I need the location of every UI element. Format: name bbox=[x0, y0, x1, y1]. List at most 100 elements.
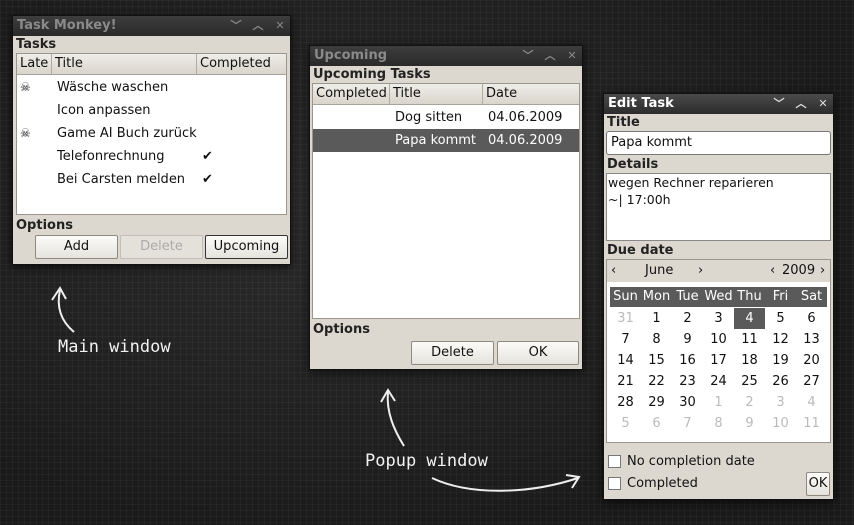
maximize-icon[interactable]: ︿ bbox=[544, 46, 556, 66]
table-row[interactable]: Telefonrechnung ✔ bbox=[17, 145, 286, 168]
details-textarea[interactable]: wegen Rechner reparieren ~| 17:00h bbox=[606, 173, 831, 241]
next-month-icon[interactable]: › bbox=[698, 260, 703, 282]
day-cell[interactable]: 1 bbox=[703, 392, 734, 413]
day-cell[interactable]: 5 bbox=[765, 308, 796, 329]
window-title: Edit Task bbox=[608, 96, 674, 111]
day-cell[interactable]: 11 bbox=[734, 329, 765, 350]
task-date: 04.06.2009 bbox=[488, 110, 563, 125]
day-cell[interactable]: 19 bbox=[765, 350, 796, 371]
day-cell[interactable]: 16 bbox=[672, 350, 703, 371]
prev-month-icon[interactable]: ‹ bbox=[611, 260, 616, 282]
day-cell[interactable]: 12 bbox=[765, 329, 796, 350]
table-row[interactable]: ☠ Wäsche waschen bbox=[17, 76, 286, 99]
day-cell[interactable]: 31 bbox=[610, 308, 641, 329]
column-header-completed[interactable]: Completed bbox=[313, 84, 390, 104]
add-button[interactable]: Add bbox=[35, 235, 118, 259]
completed-row[interactable]: Completed bbox=[608, 475, 698, 493]
maximize-icon[interactable]: ︿ bbox=[252, 16, 264, 36]
year-label: 2009 bbox=[782, 263, 816, 278]
day-cell[interactable]: 8 bbox=[703, 413, 734, 434]
day-cell[interactable]: 20 bbox=[796, 350, 827, 371]
day-cell[interactable]: 6 bbox=[796, 308, 827, 329]
minimize-icon[interactable]: ﹀ bbox=[522, 46, 534, 66]
day-cell[interactable]: 11 bbox=[796, 413, 827, 434]
day-cell[interactable]: 28 bbox=[610, 392, 641, 413]
weekday-label: Thu bbox=[737, 289, 762, 304]
table-row[interactable]: ☠ Game AI Buch zurück bbox=[17, 122, 286, 145]
edit-task-window: Edit Task ﹀ ︿ ✕ Title Papa kommt Details… bbox=[603, 93, 834, 500]
close-icon[interactable]: ✕ bbox=[817, 94, 829, 114]
column-header-title[interactable]: Title bbox=[52, 54, 197, 74]
task-title: Bei Carsten melden bbox=[57, 172, 186, 187]
day-cell[interactable]: 27 bbox=[796, 371, 827, 392]
table-row[interactable]: Icon anpassen bbox=[17, 99, 286, 122]
column-header-date[interactable]: Date bbox=[483, 84, 579, 104]
day-cell[interactable]: 17 bbox=[703, 350, 734, 371]
day-cell[interactable]: 8 bbox=[641, 329, 672, 350]
upcoming-tasks-label: Upcoming Tasks bbox=[313, 67, 431, 82]
next-year-icon[interactable]: › bbox=[820, 260, 825, 282]
day-cell[interactable]: 6 bbox=[641, 413, 672, 434]
no-completion-checkbox[interactable] bbox=[608, 455, 621, 468]
task-title: Game AI Buch zurück bbox=[57, 126, 197, 141]
day-cell[interactable]: 3 bbox=[703, 308, 734, 329]
day-cell[interactable]: 14 bbox=[610, 350, 641, 371]
prev-year-icon[interactable]: ‹ bbox=[770, 260, 775, 282]
table-row-selected[interactable]: Papa kommt 04.06.2009 bbox=[313, 129, 579, 152]
popup-arrow-up-icon bbox=[386, 391, 405, 447]
day-cell[interactable]: 7 bbox=[672, 413, 703, 434]
day-cell[interactable]: 9 bbox=[734, 413, 765, 434]
day-cell[interactable]: 3 bbox=[765, 392, 796, 413]
day-cell[interactable]: 15 bbox=[641, 350, 672, 371]
table-row[interactable]: Dog sitten 04.06.2009 bbox=[313, 106, 579, 129]
day-cell[interactable]: 25 bbox=[734, 371, 765, 392]
day-cell[interactable]: 4 bbox=[796, 392, 827, 413]
upcoming-window-titlebar[interactable]: Upcoming ﹀ ︿ ✕ bbox=[310, 46, 582, 66]
completed-cell bbox=[313, 106, 392, 129]
day-cell[interactable]: 10 bbox=[703, 329, 734, 350]
day-cell[interactable]: 5 bbox=[610, 413, 641, 434]
day-cell[interactable]: 26 bbox=[765, 371, 796, 392]
column-header-completed[interactable]: Completed bbox=[197, 54, 286, 74]
popup-arrow-right-icon bbox=[431, 477, 579, 492]
day-cell[interactable]: 10 bbox=[765, 413, 796, 434]
maximize-icon[interactable]: ︿ bbox=[795, 94, 807, 114]
completed-cell bbox=[199, 99, 202, 122]
day-cell[interactable]: 2 bbox=[672, 308, 703, 329]
delete-button[interactable]: Delete bbox=[120, 235, 203, 259]
day-cell[interactable]: 22 bbox=[641, 371, 672, 392]
day-cell[interactable]: 1 bbox=[641, 308, 672, 329]
completed-checkbox[interactable] bbox=[608, 477, 621, 490]
day-cell[interactable]: 2 bbox=[734, 392, 765, 413]
minimize-icon[interactable]: ﹀ bbox=[773, 94, 785, 114]
day-cell[interactable]: 21 bbox=[610, 371, 641, 392]
title-input[interactable]: Papa kommt bbox=[606, 131, 831, 155]
day-cell[interactable]: 24 bbox=[703, 371, 734, 392]
close-icon[interactable]: ✕ bbox=[274, 16, 286, 36]
day-cell-selected[interactable]: 4 bbox=[734, 308, 765, 329]
day-cell[interactable]: 30 bbox=[672, 392, 703, 413]
minimize-icon[interactable]: ﹀ bbox=[230, 16, 242, 36]
column-header-title[interactable]: Title bbox=[390, 84, 483, 104]
no-completion-row[interactable]: No completion date bbox=[608, 453, 755, 471]
day-cell[interactable]: 7 bbox=[610, 329, 641, 350]
upcoming-button[interactable]: Upcoming bbox=[205, 235, 288, 259]
ok-button[interactable]: OK bbox=[806, 472, 830, 496]
main-window: Task Monkey! ﹀ ︿ ✕ Tasks Late Title Comp… bbox=[12, 15, 291, 265]
day-cell[interactable]: 29 bbox=[641, 392, 672, 413]
day-cell[interactable]: 23 bbox=[672, 371, 703, 392]
day-cell[interactable]: 13 bbox=[796, 329, 827, 350]
day-cell[interactable]: 18 bbox=[734, 350, 765, 371]
skull-icon: ☠ bbox=[20, 80, 31, 94]
column-header-late[interactable]: Late bbox=[17, 54, 52, 74]
main-window-titlebar[interactable]: Task Monkey! ﹀ ︿ ✕ bbox=[13, 16, 290, 36]
ok-button[interactable]: OK bbox=[497, 341, 579, 365]
day-cell[interactable]: 9 bbox=[672, 329, 703, 350]
upcoming-window: Upcoming ﹀ ︿ ✕ Upcoming Tasks Completed … bbox=[309, 45, 583, 370]
table-row[interactable]: Bei Carsten melden ✔ bbox=[17, 168, 286, 191]
delete-button[interactable]: Delete bbox=[411, 341, 494, 365]
edit-task-titlebar[interactable]: Edit Task ﹀ ︿ ✕ bbox=[604, 94, 833, 114]
popup-arrowhead-up-icon bbox=[380, 388, 396, 403]
due-date-label: Due date bbox=[607, 243, 674, 258]
close-icon[interactable]: ✕ bbox=[566, 46, 578, 66]
